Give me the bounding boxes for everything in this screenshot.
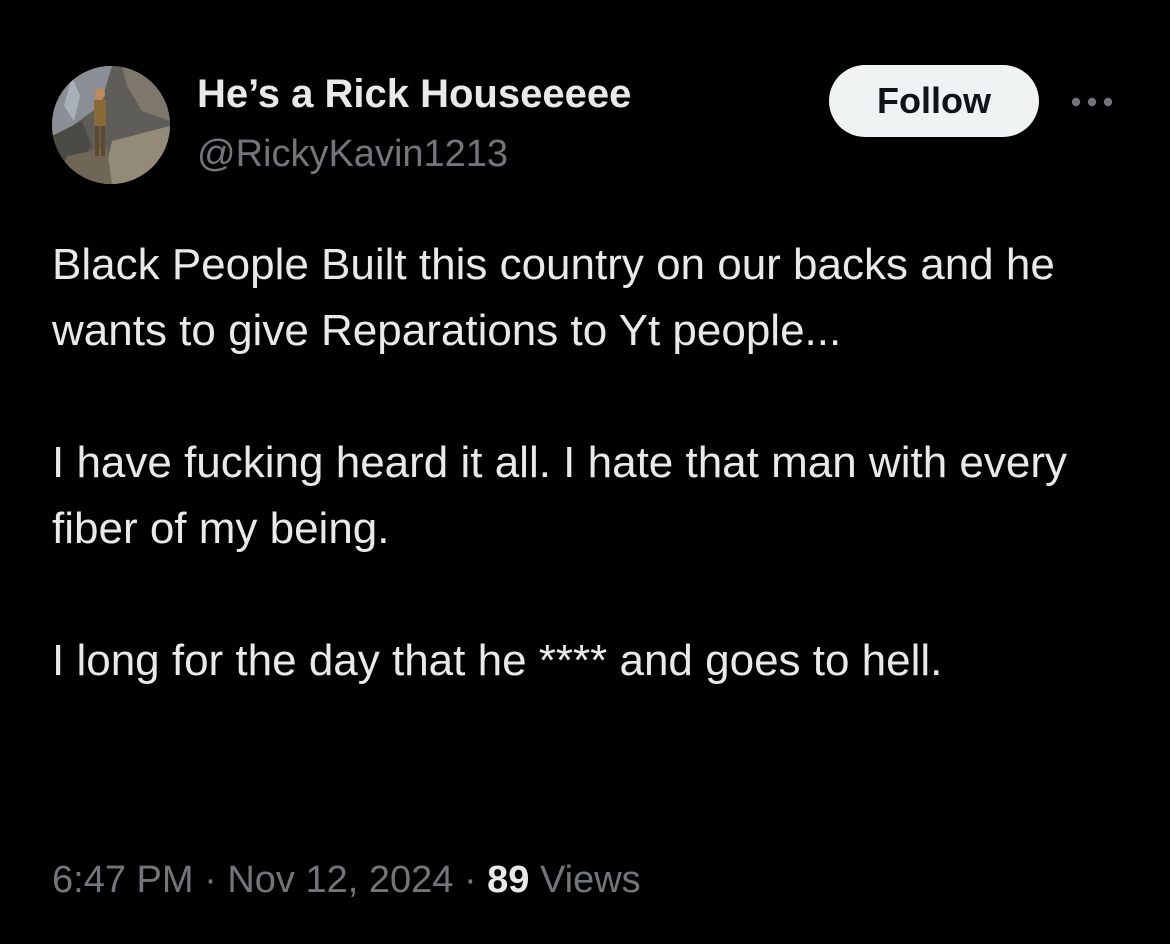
follow-button[interactable]: Follow	[829, 65, 1039, 137]
more-options-button[interactable]	[1068, 84, 1116, 120]
tweet-meta: 6:47 PM · Nov 12, 2024 · 89 Views	[52, 852, 641, 908]
avatar[interactable]	[52, 66, 170, 184]
tweet-time[interactable]: 6:47 PM	[52, 859, 194, 901]
more-horizontal-icon	[1071, 97, 1113, 107]
tweet-paragraph-spacer	[52, 562, 1132, 628]
tweet-text: Black People Built this country on our b…	[52, 232, 1132, 694]
meta-separator: ·	[463, 859, 477, 901]
profile-photo-icon	[52, 66, 170, 184]
tweet-paragraph: Black People Built this country on our b…	[52, 240, 1068, 355]
author-info: He’s a Rick Houseeeee @RickyKavin1213	[197, 70, 631, 178]
tweet-paragraph: I long for the day that he **** and goes…	[52, 636, 943, 685]
author-display-name[interactable]: He’s a Rick Houseeeee	[197, 70, 631, 118]
tweet-paragraph-spacer	[52, 364, 1132, 430]
meta-separator: ·	[204, 859, 217, 901]
tweet-paragraph: I have fucking heard it all. I hate that…	[52, 438, 1080, 553]
tweet-header: He’s a Rick Houseeeee @RickyKavin1213 Fo…	[52, 64, 1122, 188]
views-count[interactable]: 89	[487, 859, 529, 901]
views-label: Views	[540, 859, 641, 901]
tweet-date[interactable]: Nov 12, 2024	[227, 859, 453, 901]
tweet-card: He’s a Rick Houseeeee @RickyKavin1213 Fo…	[0, 0, 1170, 944]
author-handle[interactable]: @RickyKavin1213	[197, 130, 631, 178]
